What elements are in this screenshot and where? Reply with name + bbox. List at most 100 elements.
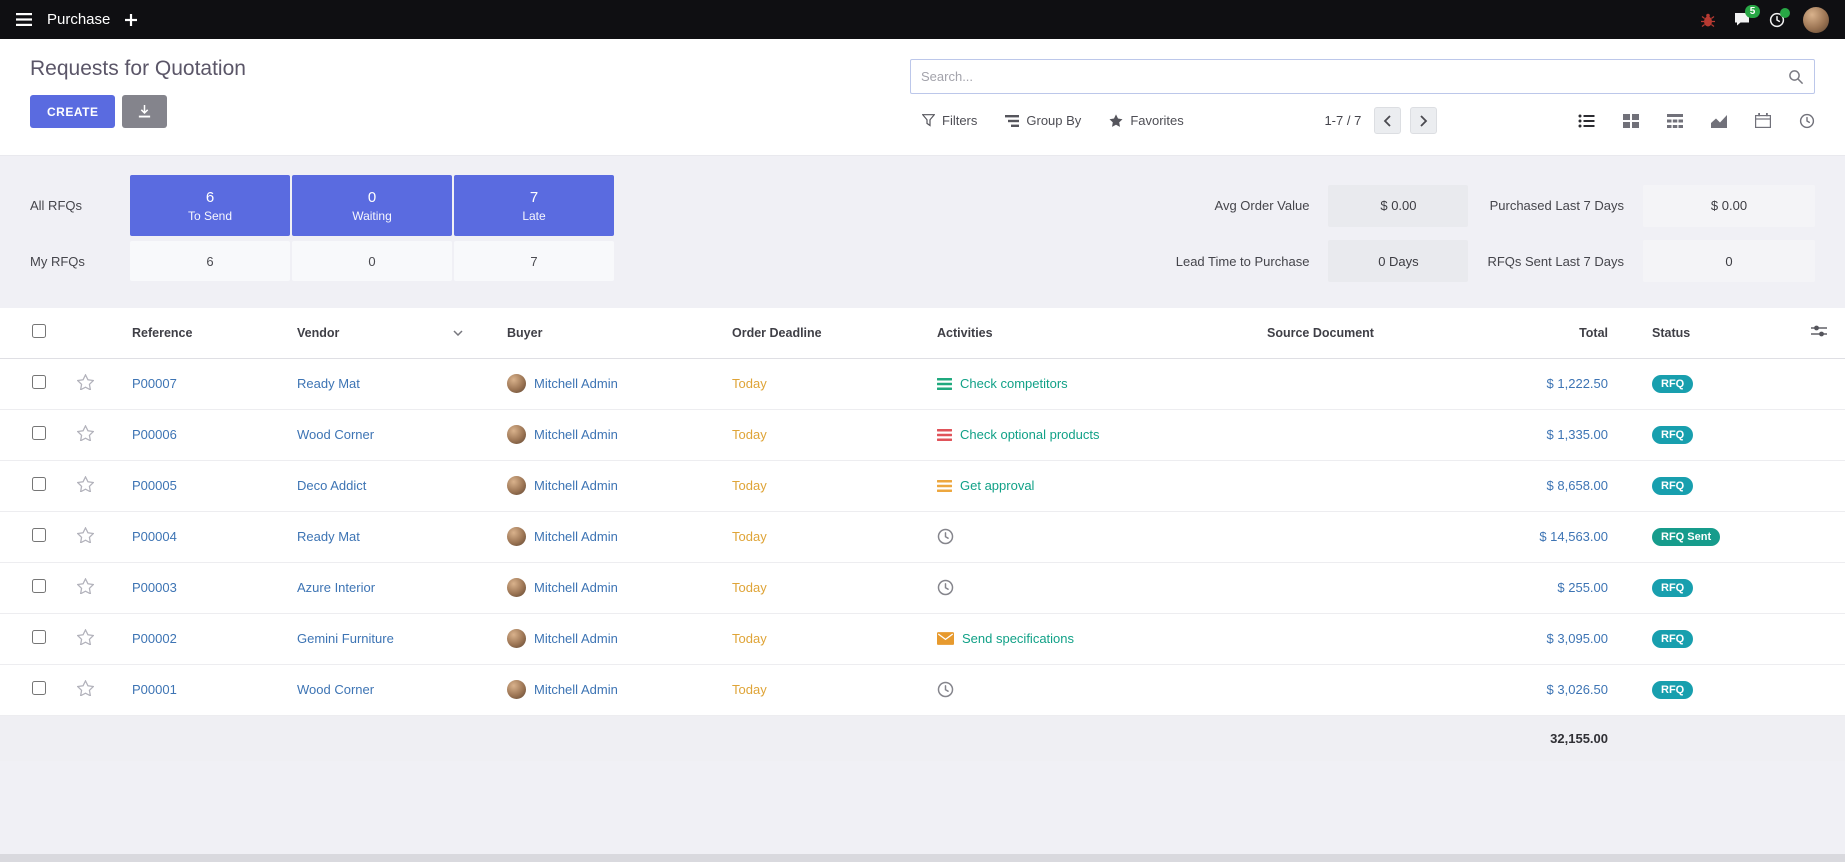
vendor-link[interactable]: Ready Mat: [297, 529, 360, 544]
vendor-link[interactable]: Wood Corner: [297, 682, 374, 697]
table-row[interactable]: P00002 Gemini Furniture Mitchell Admin T…: [0, 613, 1845, 664]
vendor-link[interactable]: Wood Corner: [297, 427, 374, 442]
activity-clock-icon[interactable]: [937, 681, 954, 698]
buyer-link[interactable]: Mitchell Admin: [534, 376, 618, 391]
activity-list-icon[interactable]: [937, 429, 952, 441]
activity-link[interactable]: Send specifications: [962, 631, 1074, 646]
user-avatar[interactable]: [1803, 7, 1829, 33]
pager-next-button[interactable]: [1410, 107, 1437, 134]
view-list-button[interactable]: [1578, 114, 1595, 128]
group-by-button[interactable]: Group By: [1005, 113, 1081, 128]
header-reference[interactable]: Reference: [110, 308, 275, 358]
kpi-my-waiting[interactable]: 0: [292, 241, 452, 281]
kpi-to-send[interactable]: 6 To Send: [130, 175, 290, 236]
vendor-link[interactable]: Gemini Furniture: [297, 631, 394, 646]
select-all-checkbox[interactable]: [32, 324, 46, 338]
row-checkbox[interactable]: [32, 528, 46, 542]
reference-link[interactable]: P00006: [132, 427, 177, 442]
favorite-star-icon[interactable]: [77, 527, 94, 543]
search-input[interactable]: [921, 69, 1788, 84]
table-row[interactable]: P00005 Deco Addict Mitchell Admin Today …: [0, 460, 1845, 511]
reference-link[interactable]: P00007: [132, 376, 177, 391]
row-checkbox[interactable]: [32, 681, 46, 695]
vendor-link[interactable]: Deco Addict: [297, 478, 366, 493]
header-order-deadline[interactable]: Order Deadline: [710, 308, 915, 358]
header-source-document[interactable]: Source Document: [1245, 308, 1480, 358]
export-button[interactable]: [122, 95, 167, 128]
activity-mail-icon[interactable]: [937, 632, 954, 645]
row-checkbox[interactable]: [32, 630, 46, 644]
buyer-link[interactable]: Mitchell Admin: [534, 631, 618, 646]
favorite-star-icon[interactable]: [77, 476, 94, 492]
table-row[interactable]: P00007 Ready Mat Mitchell Admin Today Ch…: [0, 358, 1845, 409]
pager-previous-button[interactable]: [1374, 107, 1401, 134]
app-name[interactable]: Purchase: [47, 11, 110, 28]
kpi-my-to-send[interactable]: 6: [130, 241, 290, 281]
favorite-star-icon[interactable]: [77, 680, 94, 696]
view-graph-button[interactable]: [1711, 114, 1727, 128]
buyer-link[interactable]: Mitchell Admin: [534, 529, 618, 544]
reference-link[interactable]: P00002: [132, 631, 177, 646]
header-activities[interactable]: Activities: [915, 308, 1245, 358]
messages-icon[interactable]: 5: [1734, 12, 1751, 27]
my-rfqs-label: My RFQs: [30, 254, 128, 269]
create-button[interactable]: CREATE: [30, 95, 115, 128]
buyer-link[interactable]: Mitchell Admin: [534, 427, 618, 442]
order-deadline-text[interactable]: Today: [732, 631, 767, 646]
reference-link[interactable]: P00001: [132, 682, 177, 697]
buyer-link[interactable]: Mitchell Admin: [534, 478, 618, 493]
header-total[interactable]: Total: [1480, 308, 1630, 358]
order-deadline-text[interactable]: Today: [732, 376, 767, 391]
reference-link[interactable]: P00003: [132, 580, 177, 595]
search-icon[interactable]: [1788, 69, 1804, 85]
reference-link[interactable]: P00005: [132, 478, 177, 493]
order-deadline-text[interactable]: Today: [732, 478, 767, 493]
apps-menu-icon[interactable]: [16, 13, 32, 26]
favorites-button[interactable]: Favorites: [1109, 113, 1183, 128]
row-checkbox[interactable]: [32, 426, 46, 440]
header-status[interactable]: Status: [1630, 308, 1790, 358]
activities-clock-icon[interactable]: [1769, 12, 1785, 28]
order-deadline-text[interactable]: Today: [732, 427, 767, 442]
activity-clock-icon[interactable]: [937, 528, 954, 545]
vendor-link[interactable]: Azure Interior: [297, 580, 375, 595]
favorite-star-icon[interactable]: [77, 374, 94, 390]
table-row[interactable]: P00006 Wood Corner Mitchell Admin Today …: [0, 409, 1845, 460]
buyer-link[interactable]: Mitchell Admin: [534, 580, 618, 595]
table-row[interactable]: P00001 Wood Corner Mitchell Admin Today …: [0, 664, 1845, 715]
view-calendar-button[interactable]: [1755, 113, 1771, 128]
row-checkbox[interactable]: [32, 477, 46, 491]
order-deadline-text[interactable]: Today: [732, 529, 767, 544]
row-checkbox[interactable]: [32, 375, 46, 389]
order-deadline-text[interactable]: Today: [732, 580, 767, 595]
activity-link[interactable]: Check competitors: [960, 376, 1068, 391]
column-options-icon[interactable]: [1811, 324, 1827, 338]
favorite-star-icon[interactable]: [77, 629, 94, 645]
activity-clock-icon[interactable]: [937, 579, 954, 596]
sort-chevron-down-icon[interactable]: [453, 330, 463, 336]
vendor-link[interactable]: Ready Mat: [297, 376, 360, 391]
activity-list-icon[interactable]: [937, 378, 952, 390]
buyer-link[interactable]: Mitchell Admin: [534, 682, 618, 697]
plus-icon[interactable]: [125, 14, 137, 26]
order-deadline-text[interactable]: Today: [732, 682, 767, 697]
filters-button[interactable]: Filters: [922, 113, 977, 128]
header-buyer[interactable]: Buyer: [485, 308, 710, 358]
activity-list-icon[interactable]: [937, 480, 952, 492]
kpi-my-late[interactable]: 7: [454, 241, 614, 281]
activity-link[interactable]: Check optional products: [960, 427, 1099, 442]
table-row[interactable]: P00003 Azure Interior Mitchell Admin Tod…: [0, 562, 1845, 613]
favorite-star-icon[interactable]: [77, 425, 94, 441]
row-checkbox[interactable]: [32, 579, 46, 593]
view-activity-button[interactable]: [1799, 113, 1815, 129]
debug-bug-icon[interactable]: [1700, 12, 1716, 28]
view-kanban-button[interactable]: [1623, 114, 1639, 128]
activity-link[interactable]: Get approval: [960, 478, 1034, 493]
kpi-late[interactable]: 7 Late: [454, 175, 614, 236]
reference-link[interactable]: P00004: [132, 529, 177, 544]
header-vendor[interactable]: Vendor: [275, 308, 485, 358]
table-row[interactable]: P00004 Ready Mat Mitchell Admin Today $ …: [0, 511, 1845, 562]
favorite-star-icon[interactable]: [77, 578, 94, 594]
kpi-waiting[interactable]: 0 Waiting: [292, 175, 452, 236]
view-pivot-button[interactable]: [1667, 114, 1683, 128]
